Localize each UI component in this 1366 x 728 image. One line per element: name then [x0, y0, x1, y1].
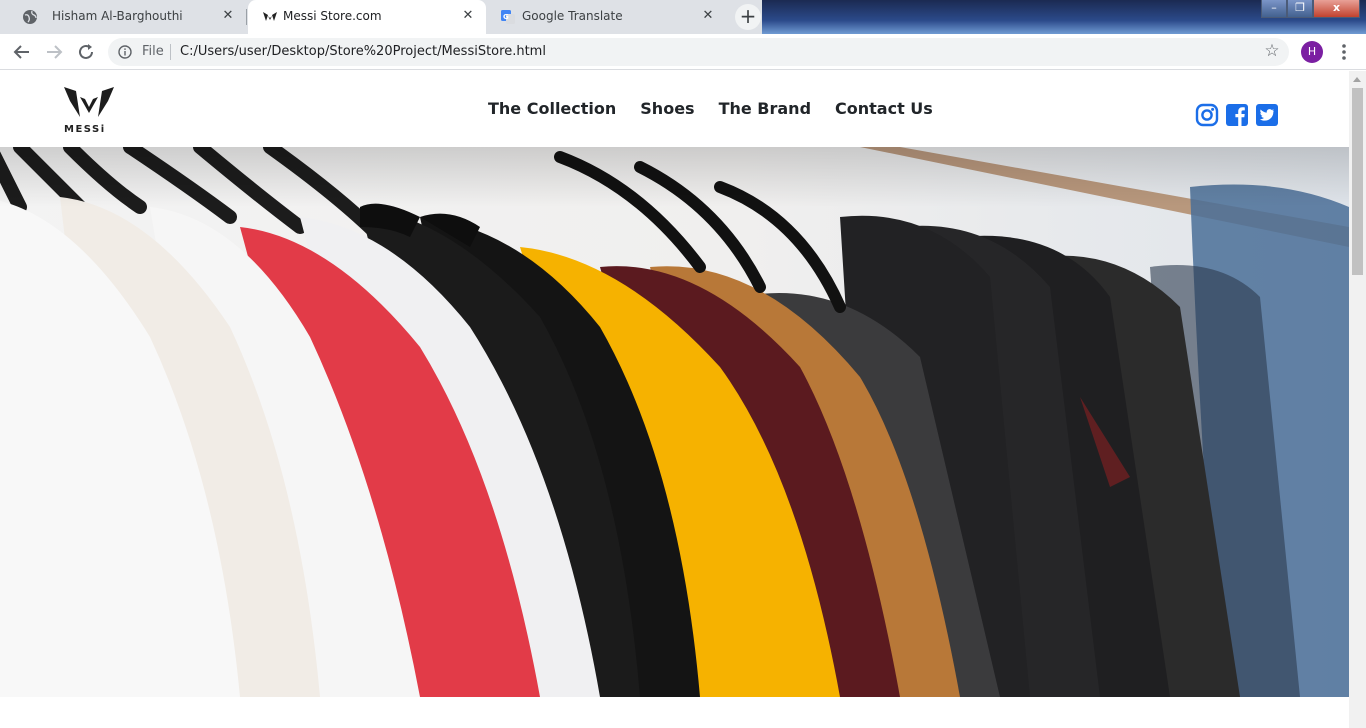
forward-arrow-icon[interactable]: [43, 41, 65, 63]
close-window-button[interactable]: x: [1313, 0, 1360, 18]
facebook-icon[interactable]: [1225, 103, 1249, 127]
main-nav: The Collection Shoes The Brand Contact U…: [488, 99, 933, 118]
page-viewport: MESSi The Collection Shoes The Brand Con…: [0, 71, 1366, 728]
messi-logo[interactable]: MESSi: [62, 83, 116, 137]
nav-link-the-brand[interactable]: The Brand: [719, 99, 811, 118]
address-bar[interactable]: File C:/Users/user/Desktop/Store%20Proje…: [108, 38, 1289, 66]
tab-title: Hisham Al-Barghouthi: [52, 9, 183, 23]
tab-messi-store[interactable]: Messi Store.com ✕: [248, 0, 486, 34]
nav-link-the-collection[interactable]: The Collection: [488, 99, 616, 118]
tab-google-translate[interactable]: G Google Translate ✕: [486, 0, 726, 34]
svg-text:G: G: [503, 13, 509, 21]
logo-wordmark: MESSi: [64, 124, 106, 135]
profile-avatar[interactable]: H: [1301, 41, 1323, 63]
back-arrow-icon[interactable]: [11, 41, 33, 63]
site-header: MESSi The Collection Shoes The Brand Con…: [0, 71, 1349, 147]
messi-logo-icon: [64, 87, 114, 117]
twitter-icon[interactable]: [1255, 103, 1279, 127]
close-icon[interactable]: ✕: [460, 8, 476, 24]
omnibox-divider: [170, 44, 171, 60]
browser-tab-strip: Hisham Al-Barghouthi ✕ Messi Store.com ✕…: [0, 0, 1366, 34]
globe-icon: [23, 10, 37, 24]
minimize-button[interactable]: –: [1261, 0, 1287, 18]
tab-title: Messi Store.com: [283, 9, 382, 23]
nav-link-contact-us[interactable]: Contact Us: [835, 99, 933, 118]
url-text[interactable]: C:/Users/user/Desktop/Store%20Project/Me…: [180, 44, 546, 59]
google-translate-icon: G: [501, 10, 515, 24]
nav-link-shoes[interactable]: Shoes: [640, 99, 694, 118]
scroll-up-arrow[interactable]: [1353, 77, 1361, 82]
page-scrollbar[interactable]: [1349, 71, 1366, 728]
kebab-menu-icon[interactable]: [1336, 42, 1352, 62]
social-links: [1195, 103, 1279, 127]
tab-hisham[interactable]: Hisham Al-Barghouthi ✕: [8, 0, 247, 34]
close-icon[interactable]: ✕: [700, 8, 716, 24]
url-scheme-label: File: [142, 44, 164, 59]
tab-title: Google Translate: [522, 9, 623, 23]
browser-toolbar: File C:/Users/user/Desktop/Store%20Proje…: [0, 34, 1366, 70]
reload-icon[interactable]: [75, 41, 97, 63]
maximize-button[interactable]: ❐: [1287, 0, 1313, 18]
scroll-thumb[interactable]: [1352, 88, 1363, 275]
new-tab-button[interactable]: +: [735, 4, 761, 30]
info-icon[interactable]: [118, 45, 132, 59]
clothing-rack-photo: [0, 147, 1349, 697]
instagram-icon[interactable]: [1195, 103, 1219, 127]
bookmark-star-icon[interactable]: ☆: [1263, 43, 1281, 61]
messi-logo-icon: [263, 12, 277, 21]
close-icon[interactable]: ✕: [220, 8, 236, 24]
